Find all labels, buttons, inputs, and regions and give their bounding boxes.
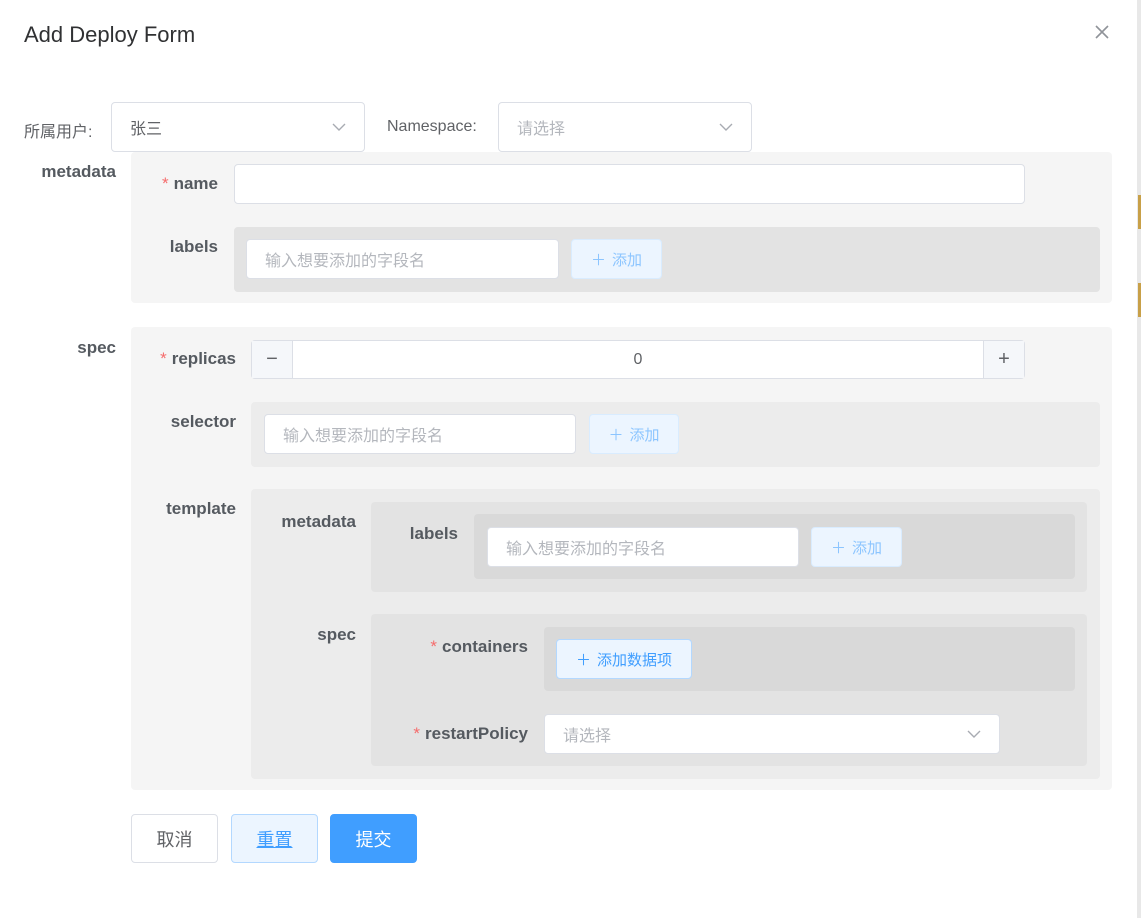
increment-button[interactable]: + [983, 341, 1024, 378]
name-label: * name [161, 174, 218, 193]
selector-field-placeholder: 输入想要添加的字段名 [283, 428, 444, 445]
restart-policy-label: * restartPolicy [413, 724, 528, 743]
template-labels-add-button[interactable]: ＋添加 [811, 527, 902, 567]
dialog-title: Add Deploy Form [24, 22, 196, 47]
cancel-button[interactable]: 取消 [131, 814, 218, 863]
template-spec-label: spec [317, 625, 356, 644]
replicas-stepper[interactable]: − 0 + [251, 340, 1025, 379]
plus-icon: ＋ [608, 426, 624, 444]
spec-section-label: spec [77, 338, 116, 357]
namespace-placeholder: 请选择 [517, 121, 566, 138]
name-input[interactable] [234, 164, 1025, 204]
labels-label: labels [169, 237, 218, 256]
labels-field-placeholder: 输入想要添加的字段名 [265, 253, 426, 270]
template-labels-field-input[interactable]: 输入想要添加的字段名 [487, 527, 799, 567]
namespace-label: Namespace: [387, 118, 477, 135]
template-labels-field-placeholder: 输入想要添加的字段名 [506, 541, 667, 558]
labels-field-input[interactable]: 输入想要添加的字段名 [246, 239, 559, 279]
close-icon[interactable] [1092, 22, 1112, 42]
labels-add-button[interactable]: ＋添加 [571, 239, 662, 279]
metadata-section-label: metadata [41, 162, 116, 181]
selector-add-button[interactable]: ＋添加 [589, 414, 679, 454]
replicas-label: * replicas [160, 349, 236, 368]
chevron-down-icon [332, 123, 346, 131]
plus-icon: + [998, 348, 1010, 370]
reset-button[interactable]: 重置 [231, 814, 318, 863]
template-label: template [166, 499, 236, 518]
selector-field-input[interactable]: 输入想要添加的字段名 [264, 414, 576, 454]
add-container-button[interactable]: ＋添加数据项 [556, 639, 692, 679]
decrement-button[interactable]: − [252, 341, 293, 378]
page-edge [1137, 0, 1141, 918]
chevron-down-icon [967, 730, 981, 738]
minus-icon: − [266, 348, 278, 370]
plus-icon: ＋ [590, 251, 606, 269]
plus-icon: ＋ [575, 651, 591, 669]
namespace-select[interactable]: 请选择 [498, 102, 752, 152]
user-select-value: 张三 [130, 121, 163, 138]
submit-button[interactable]: 提交 [330, 814, 417, 863]
selector-label: selector [170, 412, 236, 431]
template-metadata-label: metadata [281, 512, 356, 531]
user-select[interactable]: 张三 [111, 102, 365, 152]
user-label: 所属用户: [24, 124, 93, 141]
chevron-down-icon [719, 123, 733, 131]
restart-policy-select[interactable]: 请选择 [544, 714, 1000, 754]
template-labels-label: labels [409, 524, 458, 543]
replicas-value[interactable]: 0 [293, 341, 983, 378]
restart-policy-placeholder: 请选择 [563, 728, 612, 745]
plus-icon: ＋ [830, 539, 846, 557]
containers-label: * containers [430, 637, 528, 656]
